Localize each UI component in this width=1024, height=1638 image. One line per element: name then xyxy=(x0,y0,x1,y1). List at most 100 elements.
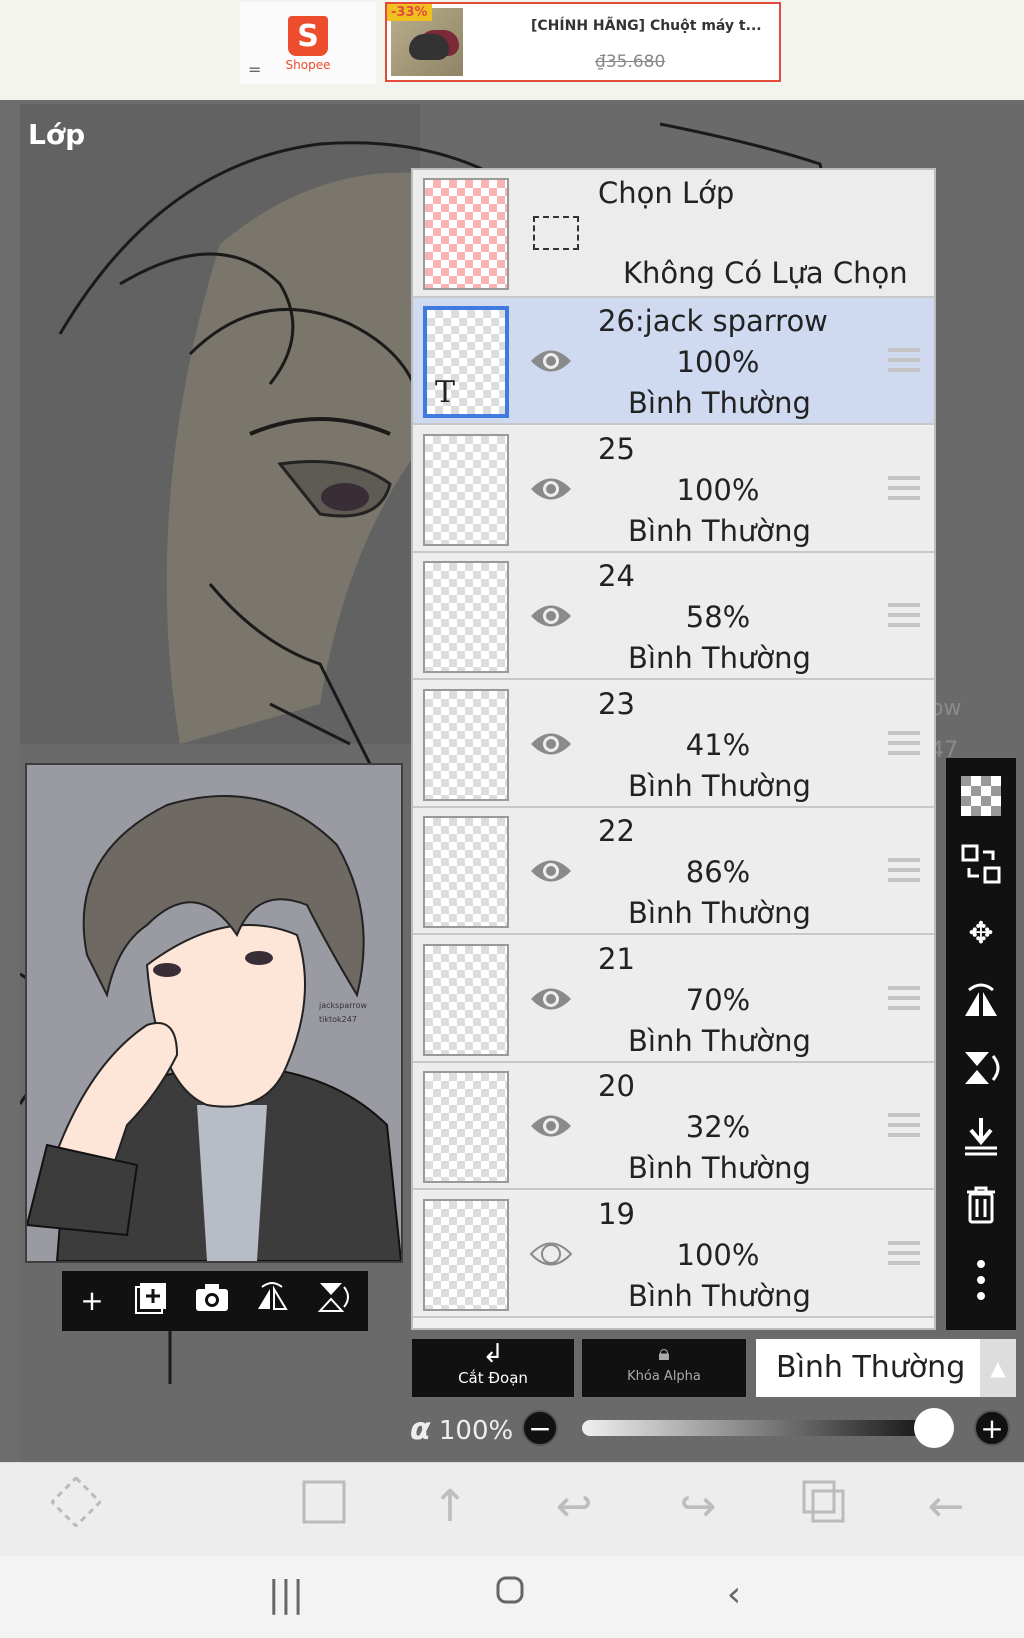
layer-row[interactable]: 23 41% Bình Thường xyxy=(413,680,934,808)
layer-opacity: 58% xyxy=(685,600,751,634)
selection-layer-row[interactable]: Chọn Lớp Không Có Lựa Chọn xyxy=(413,170,934,298)
alpha-lock-button[interactable]: 🔒︎ Khóa Alpha xyxy=(582,1339,746,1397)
shopee-ad-logo[interactable]: = S Shopee xyxy=(240,2,376,84)
blend-mode-arrow-icon[interactable]: ▲ xyxy=(980,1339,1016,1397)
preview-drawing xyxy=(27,765,401,1261)
move-icon[interactable]: ✥ xyxy=(959,912,1003,956)
flip-vertical-icon[interactable] xyxy=(310,1279,354,1323)
layers-list[interactable]: Chọn Lớp Không Có Lựa Chọn T 26:jack spar… xyxy=(411,168,936,1330)
plus-icon[interactable]: + xyxy=(70,1279,114,1323)
opacity-slider[interactable] xyxy=(582,1420,934,1436)
layer-swap-icon[interactable] xyxy=(959,844,1003,888)
visibility-eye-icon[interactable] xyxy=(529,1109,573,1143)
blend-mode-select[interactable]: Bình Thường xyxy=(756,1339,980,1397)
opacity-slider-knob[interactable] xyxy=(914,1408,954,1448)
transparency-icon[interactable] xyxy=(959,776,1003,820)
discount-badge: -33% xyxy=(387,4,432,21)
ad-product-card[interactable]: -33% [CHÍNH HÃNG] Chuột máy t... ₫35.680 xyxy=(385,2,781,82)
layer-opacity: 100% xyxy=(676,345,760,379)
preview-caption: jacksparrow xyxy=(319,1001,368,1010)
ad-banner[interactable]: = S Shopee -33% [CHÍNH HÃNG] Chuột máy t… xyxy=(0,0,1024,101)
layer-thumbnail xyxy=(423,1198,509,1311)
select-icon[interactable] xyxy=(46,1475,106,1537)
drag-handle-icon[interactable] xyxy=(888,1240,920,1267)
product-title: [CHÍNH HÃNG] Chuột máy t... xyxy=(531,18,762,34)
layer-name: 21 xyxy=(598,941,635,976)
opacity-label: α 100% xyxy=(410,1412,513,1447)
lock-icon: 🔒︎ xyxy=(658,1341,670,1366)
selection-row-label: Chọn Lớp xyxy=(598,176,735,210)
visibility-eye-icon[interactable] xyxy=(529,344,573,378)
back-icon[interactable]: ‹ xyxy=(704,1570,764,1620)
drag-handle-icon[interactable] xyxy=(888,603,920,629)
home-icon[interactable] xyxy=(480,1570,540,1620)
drag-handle-icon[interactable] xyxy=(888,730,920,757)
layer-thumbnail xyxy=(423,1071,509,1183)
preview-caption: tiktok247 xyxy=(319,1015,357,1024)
drag-handle-icon[interactable] xyxy=(888,858,920,884)
layer-blend-mode: Bình Thường xyxy=(628,386,811,420)
layer-thumbnail xyxy=(423,943,509,1056)
layer-blend-mode: Bình Thường xyxy=(628,1278,811,1313)
layer-blend-mode: Bình Thường xyxy=(628,1023,811,1058)
clipping-label: Cắt Đoạn xyxy=(458,1369,528,1387)
layers-icon[interactable] xyxy=(794,1477,854,1537)
visibility-eye-icon[interactable] xyxy=(529,599,573,633)
layer-row[interactable]: 20 32% Bình Thường xyxy=(413,1063,934,1190)
layer-name: 20 xyxy=(598,1069,635,1103)
square-icon[interactable] xyxy=(294,1477,354,1537)
merge-down-icon[interactable] xyxy=(959,1116,1003,1160)
trash-icon[interactable] xyxy=(959,1184,1003,1228)
visibility-eye-icon[interactable] xyxy=(529,472,573,506)
panel-title: Lớp xyxy=(28,118,86,151)
layer-row[interactable]: 24 58% Bình Thường xyxy=(413,553,934,680)
flip-horizontal-icon[interactable] xyxy=(250,1279,294,1323)
redo-icon[interactable]: ↪ xyxy=(668,1477,728,1537)
layer-row[interactable]: 21 70% Bình Thường xyxy=(413,935,934,1063)
layer-opacity: 32% xyxy=(685,1110,751,1144)
layer-name: 25 xyxy=(598,431,635,466)
layer-row[interactable]: T 26:jack sparrow 100% Bình Thường xyxy=(413,298,934,425)
alpha-symbol: α xyxy=(410,1412,431,1447)
layer-name: 24 xyxy=(598,559,635,593)
add-layer-icon[interactable] xyxy=(130,1279,174,1323)
opacity-increase-button[interactable]: + xyxy=(974,1410,1010,1446)
system-nav-bar: ||| ‹ xyxy=(0,1556,1024,1638)
opacity-decrease-button[interactable]: − xyxy=(522,1410,558,1446)
visibility-eye-icon[interactable] xyxy=(529,1237,573,1271)
drag-handle-icon[interactable] xyxy=(888,348,920,374)
drag-handle-icon[interactable] xyxy=(888,475,920,502)
undo-icon[interactable]: ↩ xyxy=(544,1477,604,1537)
text-layer-glyph: T xyxy=(435,375,456,410)
drag-handle-icon[interactable] xyxy=(888,985,920,1012)
layer-blend-mode: Bình Thường xyxy=(628,1151,811,1185)
flip-vertical-icon[interactable] xyxy=(959,1048,1003,1092)
up-arrow-icon[interactable]: ↑ xyxy=(420,1477,480,1537)
layer-row[interactable]: 22 86% Bình Thường xyxy=(413,808,934,935)
visibility-eye-icon[interactable] xyxy=(529,854,573,888)
drag-handle-icon[interactable] xyxy=(888,1113,920,1139)
layer-tools-bar: ✥ xyxy=(946,758,1016,1330)
preview-toolbar: + xyxy=(62,1271,368,1331)
layer-blend-mode: Bình Thường xyxy=(628,896,811,930)
recents-icon[interactable]: ||| xyxy=(256,1570,316,1620)
layer-blend-mode: Bình Thường xyxy=(628,768,811,803)
flip-horizontal-icon[interactable] xyxy=(959,980,1003,1024)
layer-thumbnail xyxy=(423,433,509,546)
camera-icon[interactable] xyxy=(190,1279,234,1323)
layer-name: 22 xyxy=(598,814,635,848)
opacity-value: 100% xyxy=(438,1416,514,1446)
layer-thumbnail xyxy=(423,816,509,928)
visibility-eye-icon[interactable] xyxy=(529,982,573,1016)
layer-row[interactable]: 25 100% Bình Thường xyxy=(413,425,934,553)
canvas-preview[interactable]: jacksparrow tiktok247 xyxy=(25,763,403,1263)
layer-name: 26:jack sparrow xyxy=(598,304,828,338)
layer-row[interactable]: 19 100% Bình Thường xyxy=(413,1190,934,1318)
visibility-eye-icon[interactable] xyxy=(529,727,573,761)
layer-thumbnail xyxy=(423,688,509,801)
layer-opacity: 86% xyxy=(685,855,751,889)
more-icon[interactable] xyxy=(959,1258,1003,1302)
layer-name: 23 xyxy=(598,686,635,721)
back-icon[interactable]: ← xyxy=(916,1477,976,1537)
clipping-button[interactable]: ↲ Cắt Đoạn xyxy=(412,1339,574,1397)
